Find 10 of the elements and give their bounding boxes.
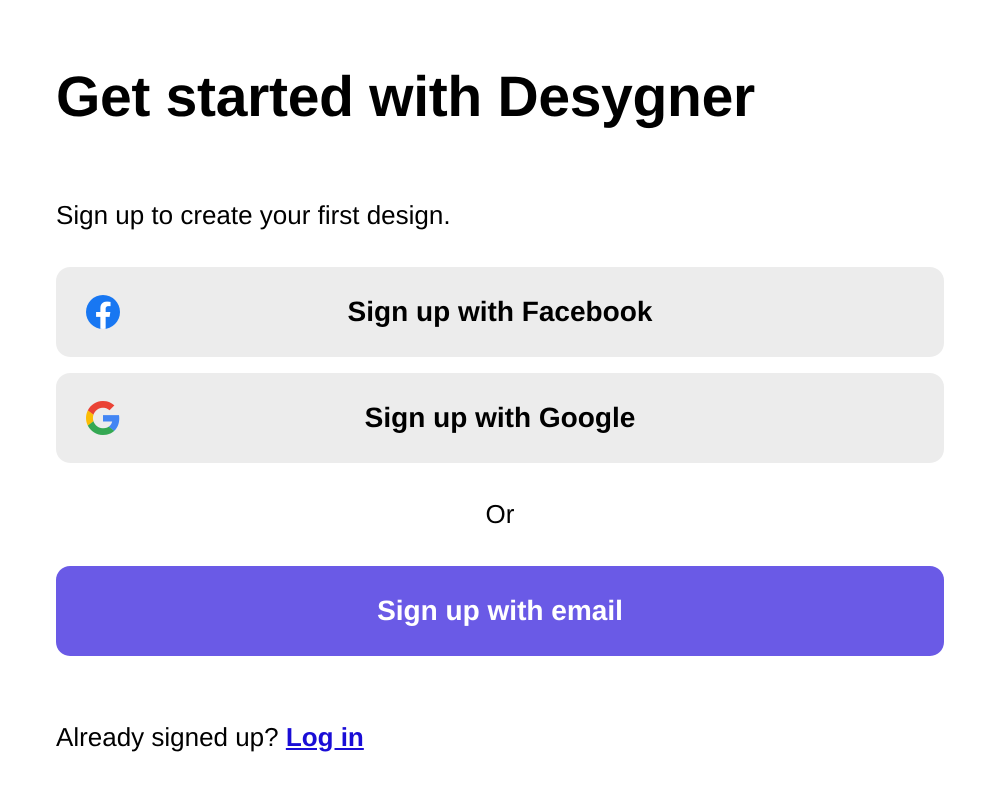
- page-title: Get started with Desygner: [56, 64, 755, 131]
- facebook-signup-button[interactable]: Sign up with Facebook: [56, 267, 944, 357]
- google-signup-button[interactable]: Sign up with Google: [56, 373, 944, 463]
- or-divider-text: Or: [486, 498, 514, 531]
- email-signup-button[interactable]: Sign up with email: [56, 566, 944, 656]
- login-prompt: Already signed up? Log in: [56, 721, 364, 754]
- f-logo-icon: [86, 295, 120, 329]
- g-logo-icon: [86, 401, 120, 435]
- login-link[interactable]: Log in: [286, 722, 364, 752]
- subtitle: Sign up to create your first design.: [56, 199, 451, 232]
